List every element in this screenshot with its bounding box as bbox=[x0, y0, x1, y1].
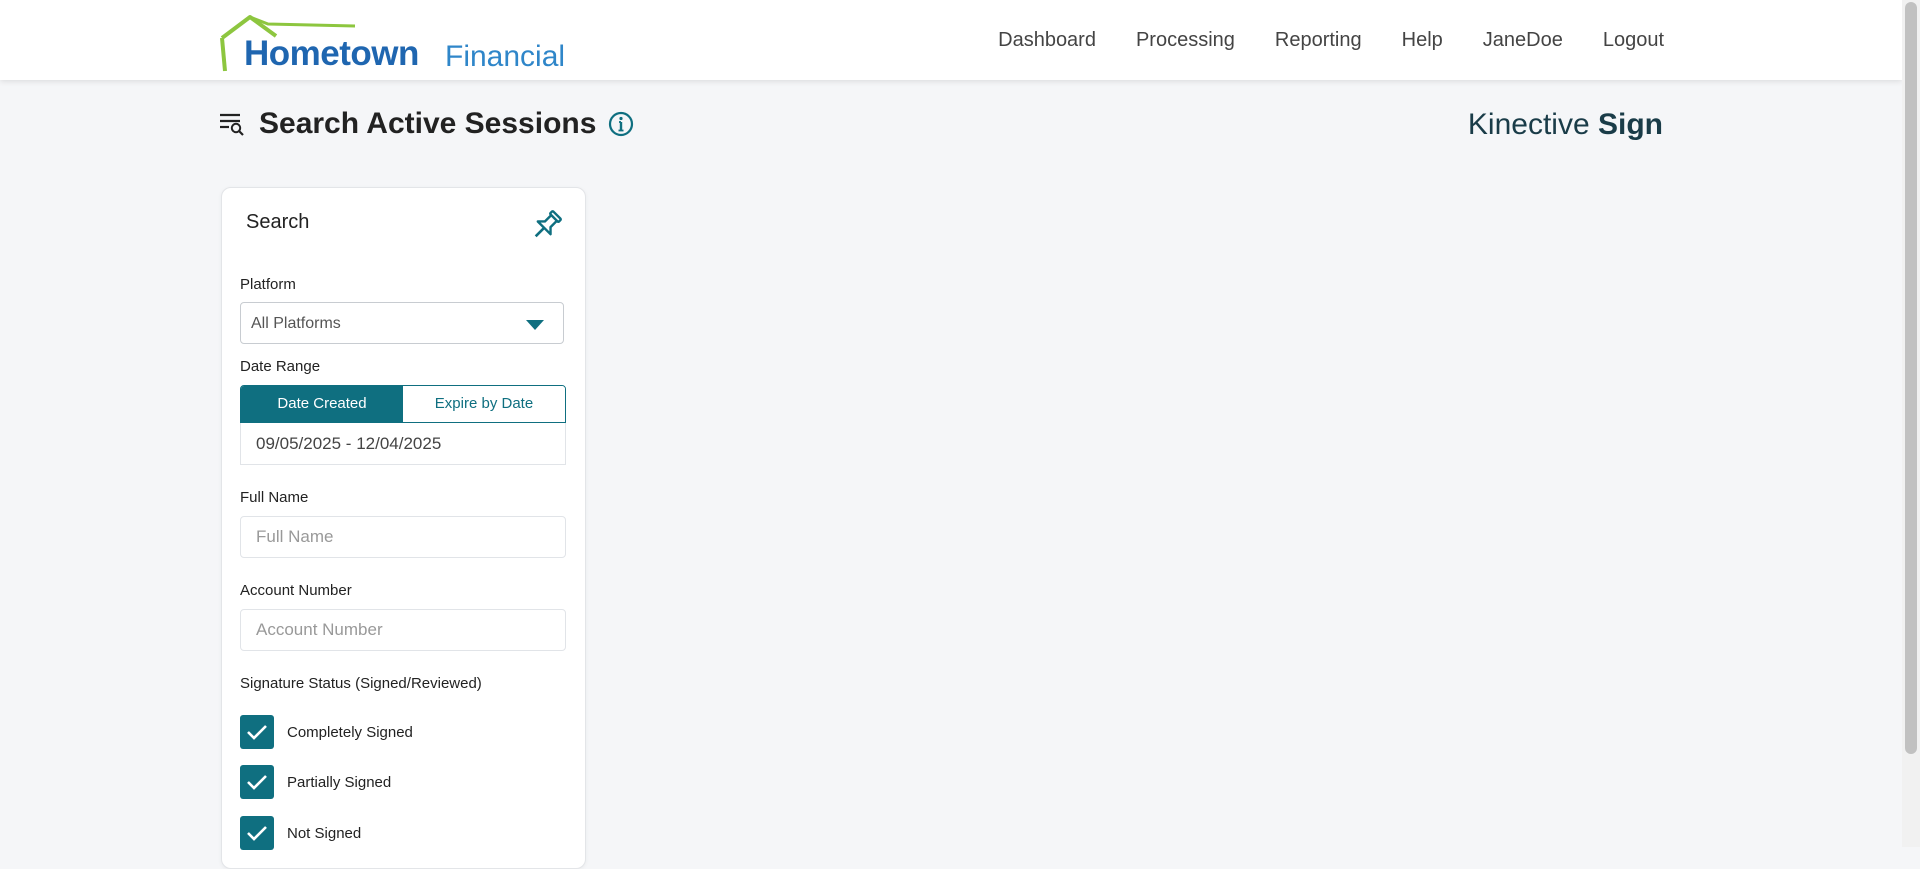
signature-status-label: Signature Status (Signed/Reviewed) bbox=[240, 675, 482, 692]
nav-user-profile[interactable]: JaneDoe bbox=[1483, 29, 1563, 52]
scrollbar-thumb[interactable] bbox=[1905, 2, 1917, 754]
platform-label: Platform bbox=[240, 276, 296, 293]
checkbox-label: Completely Signed bbox=[287, 723, 413, 741]
status-option-not-signed[interactable]: Not Signed bbox=[240, 816, 361, 850]
logo-text-financial: Financial bbox=[445, 40, 566, 73]
status-option-completely-signed[interactable]: Completely Signed bbox=[240, 715, 413, 749]
account-number-input[interactable] bbox=[240, 609, 566, 651]
main-nav: Dashboard Processing Reporting Help Jane… bbox=[958, 29, 1664, 52]
hometown-financial-logo[interactable]: Hometown Financial bbox=[220, 14, 565, 74]
account-number-label: Account Number bbox=[240, 582, 352, 599]
search-panel-title: Search bbox=[246, 211, 310, 233]
nav-logout[interactable]: Logout bbox=[1603, 29, 1664, 52]
logo-text-hometown: Hometown bbox=[244, 34, 419, 73]
brand-part2: Sign bbox=[1598, 108, 1663, 141]
checkmark-icon bbox=[247, 725, 267, 740]
pin-icon[interactable] bbox=[530, 208, 564, 242]
top-navigation-bar: Hometown Financial Dashboard Processing … bbox=[0, 0, 1902, 80]
page-scrollbar[interactable] bbox=[1902, 0, 1920, 847]
tab-expire-by-date[interactable]: Expire by Date bbox=[403, 386, 565, 422]
checkbox-label: Not Signed bbox=[287, 824, 362, 842]
checkbox-not-signed[interactable] bbox=[240, 816, 274, 850]
date-type-toggle: Date Created Expire by Date bbox=[240, 385, 566, 423]
full-name-input[interactable] bbox=[240, 516, 566, 558]
nav-processing[interactable]: Processing bbox=[1136, 29, 1235, 52]
caret-down-icon bbox=[526, 320, 544, 330]
page-header: Search Active Sessions bbox=[219, 104, 634, 144]
tab-date-created[interactable]: Date Created bbox=[241, 386, 403, 422]
kinective-sign-brand: Kinective Sign bbox=[1468, 108, 1663, 142]
status-option-partially-signed[interactable]: Partially Signed bbox=[240, 765, 391, 799]
checkmark-icon bbox=[247, 775, 267, 790]
checkmark-icon bbox=[247, 826, 267, 841]
nav-dashboard[interactable]: Dashboard bbox=[998, 29, 1096, 52]
full-name-label: Full Name bbox=[240, 489, 309, 506]
platform-select[interactable]: All Platforms bbox=[240, 302, 564, 344]
date-range-label: Date Range bbox=[240, 358, 321, 375]
date-range-input[interactable]: 09/05/2025 - 12/04/2025 bbox=[240, 423, 566, 465]
page-title: Search Active Sessions bbox=[259, 107, 597, 140]
checkbox-completely-signed[interactable] bbox=[240, 715, 274, 749]
checkbox-partially-signed[interactable] bbox=[240, 765, 274, 799]
search-panel: Search Platform All Platforms Date Range… bbox=[221, 187, 586, 869]
search-filter-icon bbox=[220, 113, 244, 136]
checkbox-label: Partially Signed bbox=[287, 773, 392, 791]
brand-part1: Kinective bbox=[1467, 108, 1598, 141]
info-icon[interactable] bbox=[608, 111, 634, 137]
nav-help[interactable]: Help bbox=[1402, 29, 1443, 52]
nav-reporting[interactable]: Reporting bbox=[1275, 29, 1362, 52]
date-range-value: 09/05/2025 - 12/04/2025 bbox=[256, 434, 442, 453]
platform-select-value: All Platforms bbox=[251, 315, 341, 332]
